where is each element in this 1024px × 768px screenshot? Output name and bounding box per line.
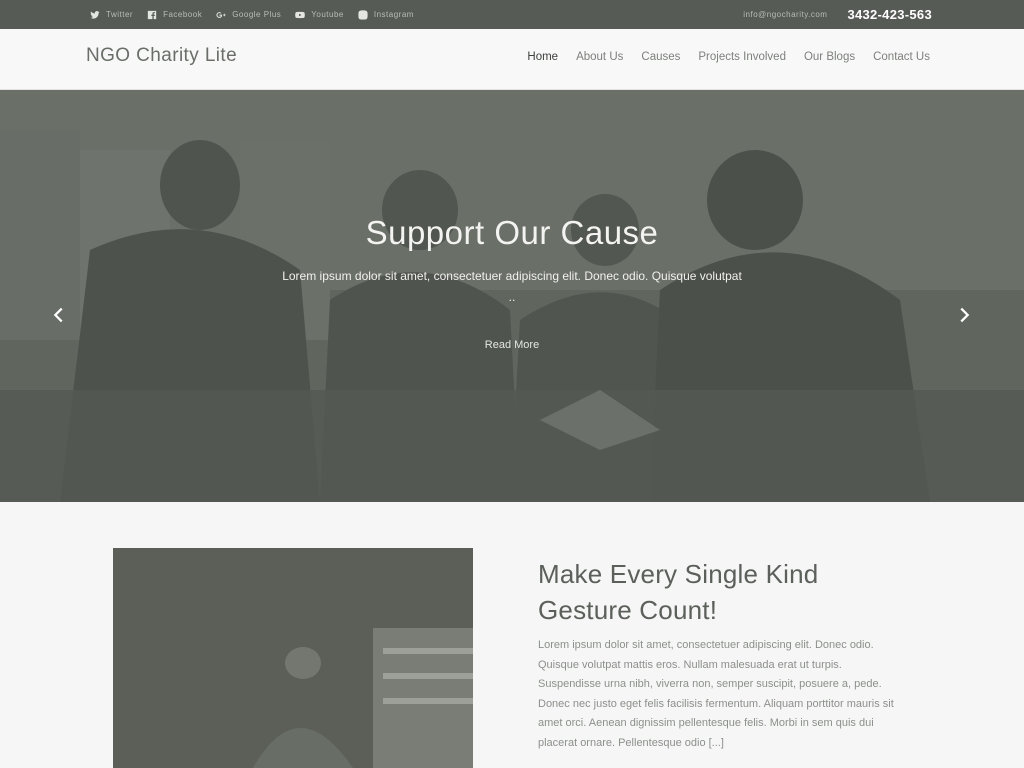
intro-image <box>113 548 473 768</box>
nav-item-causes[interactable]: Causes <box>641 51 680 63</box>
social-link-instagram[interactable]: Instagram <box>358 9 414 20</box>
read-more-button[interactable]: Read More <box>462 334 562 356</box>
youtube-icon <box>295 11 306 18</box>
social-label-youtube: Youtube <box>311 10 344 19</box>
social-label-facebook: Facebook <box>163 10 203 19</box>
social-label-instagram: Instagram <box>373 10 414 19</box>
nav-item-projects-involved[interactable]: Projects Involved <box>698 51 786 63</box>
social-link-twitter[interactable]: Twitter <box>90 10 133 20</box>
site-logo[interactable]: NGO Charity Lite <box>86 45 237 67</box>
nav-item-about-us[interactable]: About Us <box>576 51 623 63</box>
social-link-facebook[interactable]: Facebook <box>147 10 202 20</box>
social-label-google-plus: Google Plus <box>232 10 282 19</box>
slider-prev-button[interactable] <box>48 304 70 326</box>
social-label-twitter: Twitter <box>106 10 134 19</box>
social-links: Twitter Facebook Google Plus Youtube Ins… <box>90 0 414 29</box>
hero-slider: Support Our Cause Lorem ipsum dolor sit … <box>0 90 1024 502</box>
site-header: NGO Charity Lite Home About Us Causes Pr… <box>0 29 1024 90</box>
contact-phone[interactable]: 3432-423-563 <box>847 7 932 22</box>
chevron-left-icon <box>53 307 63 323</box>
main-nav: Home About Us Causes Projects Involved O… <box>527 51 930 63</box>
intro-text: Lorem ipsum dolor sit amet, consectetuer… <box>538 639 894 749</box>
contact-info: info@ngocharity.com 3432-423-563 <box>743 0 932 29</box>
contact-email[interactable]: info@ngocharity.com <box>743 10 827 19</box>
nav-item-our-blogs[interactable]: Our Blogs <box>804 51 855 63</box>
intro-heading: Make Every Single Kind Gesture Count! <box>538 559 819 625</box>
chevron-right-icon <box>960 307 970 323</box>
top-bar: Twitter Facebook Google Plus Youtube Ins… <box>0 0 1024 29</box>
facebook-icon <box>147 10 157 19</box>
instagram-icon <box>358 9 368 20</box>
hero-title: Support Our Cause <box>365 214 659 251</box>
nav-item-home[interactable]: Home <box>527 51 558 63</box>
google-plus-icon <box>216 11 226 18</box>
nav-item-contact-us[interactable]: Contact Us <box>873 51 930 63</box>
social-link-youtube[interactable]: Youtube <box>295 10 344 20</box>
slider-next-button[interactable] <box>953 304 975 326</box>
hero-subtitle: Lorem ipsum dolor sit amet, consectetuer… <box>282 269 742 304</box>
twitter-icon <box>90 10 100 19</box>
social-link-google-plus[interactable]: Google Plus <box>216 10 281 20</box>
